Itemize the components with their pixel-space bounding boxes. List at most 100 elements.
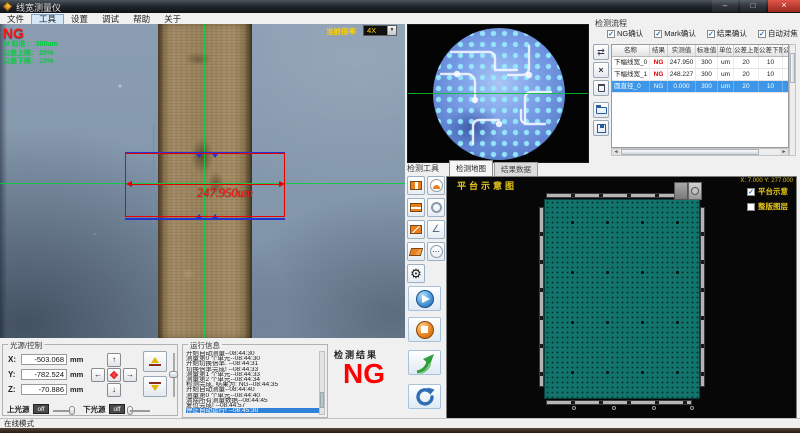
table-cell: NG (650, 57, 668, 68)
tool-linewidth-button[interactable] (407, 176, 425, 195)
checkbox-自动对焦[interactable]: ✓自动对焦 (758, 28, 798, 39)
checked-box-icon[interactable]: ✓ (758, 30, 766, 38)
chevron-down-icon[interactable]: ▼ (387, 26, 396, 35)
microscope-eyepiece-view (407, 24, 589, 163)
start-button[interactable] (408, 286, 441, 311)
table-row[interactable]: 下幅线宽_0NG247.950300um2010% (612, 57, 789, 69)
pcb-board-map[interactable] (544, 199, 700, 399)
menu-item[interactable]: 设置 (64, 14, 95, 25)
log-line[interactable]: 停止自动运行! --08:45:30 (186, 408, 320, 413)
column-header: 公差下限 (759, 45, 783, 56)
jog-down-button[interactable]: ↓ (107, 383, 121, 397)
table-cell: 300 (696, 69, 718, 80)
maximize-button[interactable]: □ (740, 0, 766, 12)
swap-item-button[interactable]: ⇄ (593, 44, 609, 60)
clear-item-button[interactable]: × (593, 62, 609, 78)
scrollbar-thumb[interactable] (320, 392, 324, 408)
table-row[interactable]: 圆直径_0NG0.000300um2010% (612, 81, 789, 93)
fiducial-dot (606, 221, 609, 224)
fiducial-dot (641, 271, 644, 274)
speed-slider-thumb[interactable] (169, 371, 178, 378)
jump-button[interactable] (408, 350, 441, 375)
checked-box-icon[interactable]: ✓ (654, 30, 662, 38)
z-up-button[interactable] (143, 351, 167, 372)
clamp-screw-icon (690, 406, 694, 410)
reset-button[interactable] (408, 384, 441, 409)
jog-up-button[interactable]: ↑ (107, 353, 121, 367)
tab-detection-map[interactable]: 检测地图 (449, 160, 493, 176)
unchecked-box-icon[interactable] (747, 203, 755, 211)
camera-result-badge: NG (3, 25, 24, 41)
platform-coordinates: X: 7.000 Y: 277.000 (740, 178, 793, 184)
stop-button[interactable] (408, 317, 441, 342)
delete-item-button[interactable] (593, 80, 609, 96)
tool-angle-button[interactable]: ∠ (427, 220, 445, 239)
tool-trapezoid-button[interactable] (407, 242, 425, 261)
tool-settings-button[interactable]: ⚙ (407, 264, 425, 283)
checkbox-平台示意[interactable]: ✓平台示意 (747, 186, 788, 197)
camera-view[interactable]: 247.950um NG W 标准 : 300um公差上限: 20%公差下限: … (0, 24, 405, 338)
table-row[interactable]: 下幅线宽_1NG248.227300um2010% (612, 69, 789, 81)
jog-right-button[interactable]: → (123, 368, 137, 382)
menu-item[interactable]: 关于 (157, 14, 188, 25)
table-vertical-scrollbar[interactable] (789, 44, 796, 156)
axis-label: Y: (8, 370, 18, 379)
axis-value: -782.524 (21, 369, 67, 380)
jog-home-button[interactable] (107, 368, 121, 382)
clamp-screw-icon (572, 406, 576, 410)
table-horizontal-scrollbar[interactable]: ◄ ► (611, 148, 789, 156)
z-down-button[interactable] (143, 376, 167, 397)
menu-item[interactable]: 调试 (95, 14, 126, 25)
trash-icon (598, 84, 605, 92)
scrollbar-thumb[interactable] (790, 53, 795, 83)
fiducial-dot (606, 271, 609, 274)
close-x-icon: × (598, 65, 603, 75)
checked-box-icon[interactable]: ✓ (607, 30, 615, 38)
checkbox-label: 结果确认 (717, 28, 747, 39)
result-value: NG (343, 358, 385, 390)
light-control-group: 光源/控制 X:-503.068mmY:-782.524mmZ:-70.886m… (2, 344, 178, 416)
scroll-left-arrow[interactable]: ◄ (612, 149, 620, 155)
checked-box-icon[interactable]: ✓ (747, 188, 755, 196)
results-table[interactable]: 名称结果实测值标准值单位公差上限公差下限公差单位 下幅线宽_0NG247.950… (611, 44, 789, 148)
menu-item[interactable]: 文件 (0, 14, 31, 25)
fiducial-dot (571, 371, 574, 374)
close-button[interactable]: × (768, 0, 800, 12)
pitch-icon (410, 225, 422, 234)
table-cell: 下幅线宽_1 (612, 69, 650, 80)
fiducial-dot (571, 321, 574, 324)
menu-item[interactable]: 帮助 (126, 14, 157, 25)
platform-base-icon (149, 364, 161, 366)
fiducial-dot (676, 221, 679, 224)
menu-item[interactable]: 工具 (31, 14, 64, 25)
table-cell: 20 (734, 57, 759, 68)
checkbox-Mark确认[interactable]: ✓Mark确认 (654, 28, 696, 39)
run-info-list[interactable]: 开始自动测量--08:44:30测量第0 个单元--08:44:30开始切换倍率… (186, 351, 320, 415)
axis-value: -70.886 (21, 384, 67, 395)
platform-base-icon (149, 382, 161, 384)
top-light-slider-thumb[interactable] (69, 406, 75, 415)
table-cell: 248.227 (668, 69, 696, 80)
stop-icon (416, 321, 434, 339)
checkbox-结果确认[interactable]: ✓结果确认 (707, 28, 747, 39)
bottom-light-state[interactable]: off (109, 404, 125, 414)
tool-dome-button[interactable] (427, 176, 445, 195)
tool-circle-button[interactable] (427, 198, 445, 217)
checked-box-icon[interactable]: ✓ (707, 30, 715, 38)
tool-pitch-button[interactable] (407, 220, 425, 239)
load-result-button[interactable] (593, 102, 609, 118)
minimize-button[interactable]: – (712, 0, 738, 12)
jog-left-button[interactable]: ← (91, 368, 105, 382)
magnification-select[interactable]: 4X ▼ (363, 25, 397, 36)
tab-result-data[interactable]: 结果数据 (494, 162, 538, 176)
scrollbar-thumb[interactable] (621, 149, 759, 155)
checkbox-整版图层[interactable]: 整版图层 (747, 201, 788, 212)
checkbox-NG确认[interactable]: ✓NG确认 (607, 28, 643, 39)
tool-multipoint-button[interactable]: ⋯ (427, 242, 445, 261)
scroll-right-arrow[interactable]: ► (780, 149, 788, 155)
save-result-button[interactable] (593, 120, 609, 136)
top-light-state[interactable]: off (33, 404, 49, 414)
log-vertical-scrollbar[interactable] (319, 351, 325, 415)
tool-gap-button[interactable] (407, 198, 425, 217)
platform-schematic[interactable]: 平台示意图 X: 7.000 Y: 277.000 ✓平台示意整版图层 (446, 176, 797, 421)
